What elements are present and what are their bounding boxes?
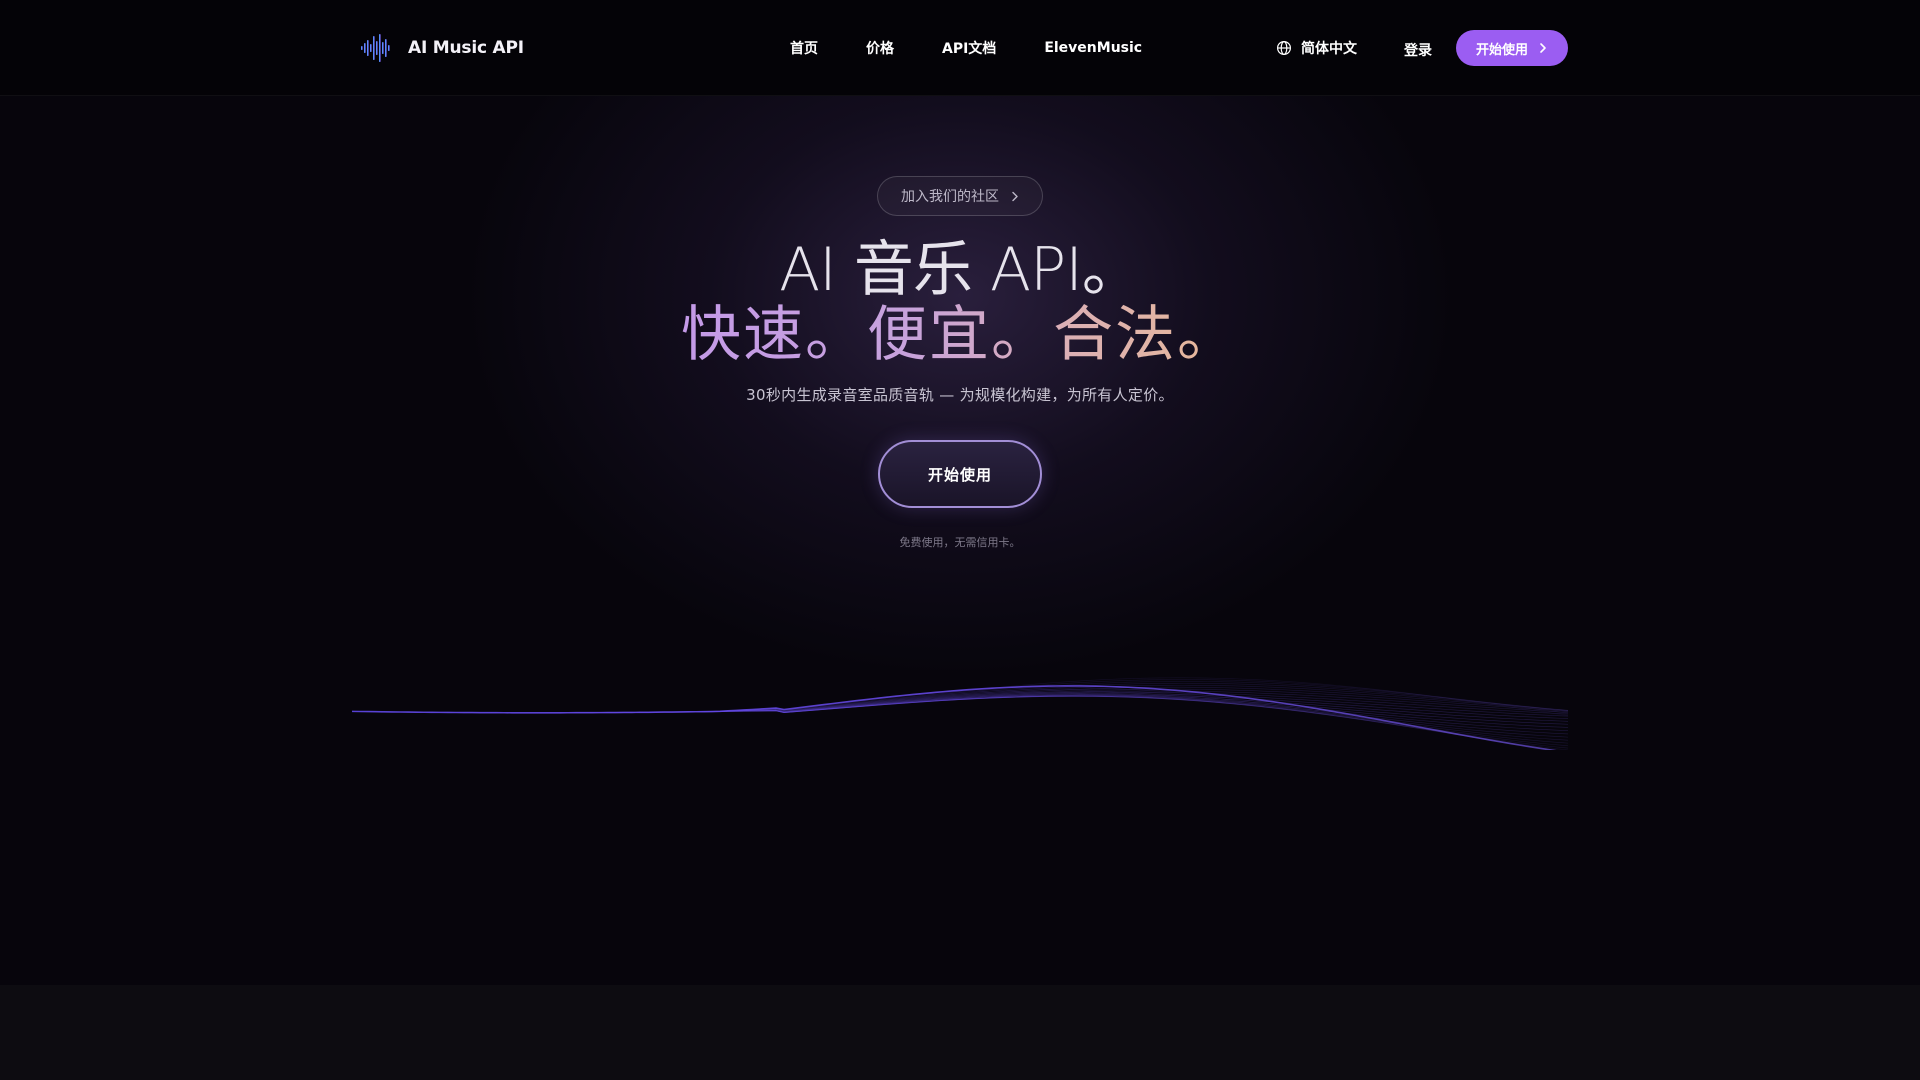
wave-line (352, 685, 1557, 750)
waveform-decoration (352, 677, 1568, 750)
hero-glow (460, 60, 1460, 680)
main-nav: 首页 价格 API文档 ElevenMusic (790, 38, 1142, 58)
language-selector[interactable]: 简体中文 (1276, 38, 1357, 58)
header-start-button[interactable]: 开始使用 (1456, 30, 1568, 66)
nav-item-home[interactable]: 首页 (790, 38, 818, 58)
waveform-logo-icon (361, 34, 390, 62)
hero-headline: AI 音乐 API。 (779, 235, 1142, 305)
cta-note: 免费使用，无需信用卡。 (899, 536, 1021, 549)
hero-cta-button[interactable]: 开始使用 (878, 440, 1042, 508)
header-start-button-label: 开始使用 (1475, 42, 1528, 58)
wave-line (352, 695, 1568, 738)
hero-tagline-text: 快速。便宜。合法。 (681, 300, 1239, 370)
next-section (0, 985, 1920, 1080)
nav-item-api-docs[interactable]: API文档 (942, 38, 996, 58)
nav-item-pricing[interactable]: 价格 (866, 38, 894, 58)
hero-subline: 30秒内生成录音室品质音轨 — 为规模化构建，为所有人定价。 (746, 386, 1174, 404)
community-pill[interactable]: 加入我们的社区 (877, 176, 1043, 216)
wave-line (352, 679, 1568, 714)
community-pill-label: 加入我们的社区 (901, 189, 999, 205)
page: AI Music API 首页 价格 API文档 ElevenMusic 简体中… (0, 0, 1920, 1080)
hero-tagline: 快速。便宜。合法。 (0, 300, 1920, 370)
chevron-right-icon (1012, 191, 1018, 201)
hero-cta-label: 开始使用 (927, 465, 992, 484)
chevron-right-icon (1540, 43, 1546, 53)
site-header: AI Music API 首页 价格 API文档 ElevenMusic 简体中… (0, 0, 1920, 96)
login-link[interactable]: 登录 (1404, 40, 1432, 60)
globe-icon (1276, 40, 1292, 56)
brand-logo[interactable]: AI Music API (360, 30, 524, 66)
nav-item-elevenmusic[interactable]: ElevenMusic (1044, 40, 1142, 56)
brand-name: AI Music API (408, 38, 524, 58)
wave-line (352, 693, 1568, 744)
language-label: 简体中文 (1301, 41, 1357, 57)
